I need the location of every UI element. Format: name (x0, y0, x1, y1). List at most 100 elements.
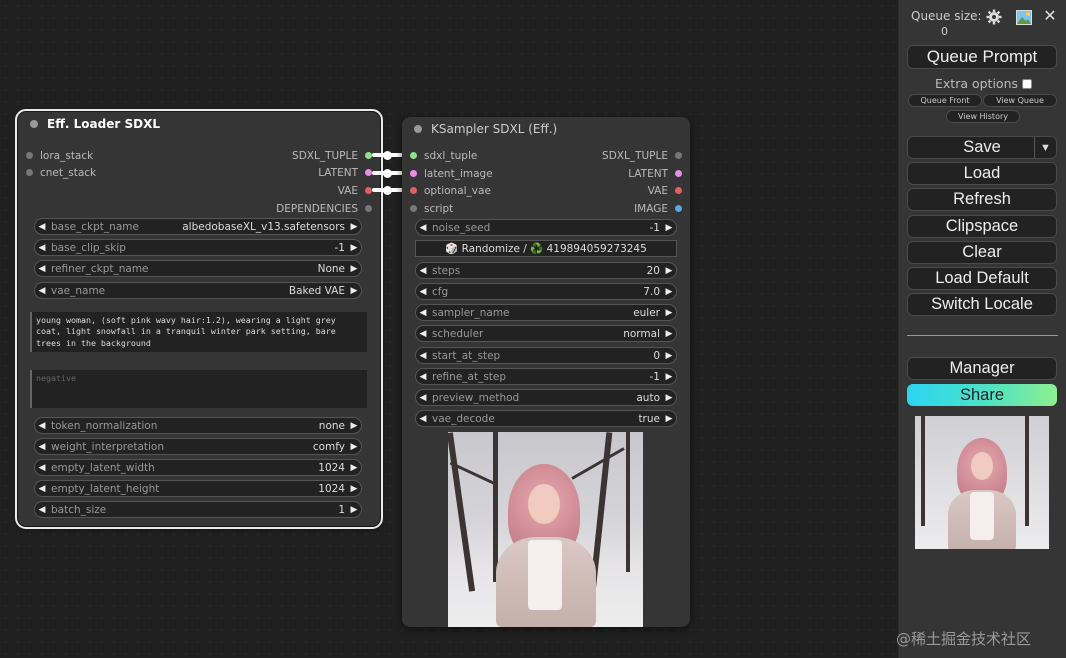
input-optional-vae[interactable]: optional_vae (410, 182, 491, 199)
slot-dot[interactable] (675, 170, 682, 177)
slot-dot[interactable] (365, 152, 372, 159)
widget-empty-latent-width[interactable]: ◀ empty_latent_width 1024 ▶ (34, 459, 362, 476)
slot-dot[interactable] (675, 152, 682, 159)
output-sdxl-tuple[interactable]: SDXL_TUPLE (292, 147, 372, 164)
widget-preview-method[interactable]: ◀ preview_method auto ▶ (415, 389, 677, 406)
right-arrow-icon[interactable]: ▶ (662, 414, 676, 424)
switch-locale-button[interactable]: Switch Locale (907, 293, 1057, 316)
comfy-menu-panel[interactable]: Queue size: 0 ✕ Queue Prompt Extra optio… (898, 0, 1066, 658)
slot-dot[interactable] (365, 187, 372, 194)
left-arrow-icon[interactable]: ◀ (416, 351, 430, 361)
eff-loader-sdxl-node[interactable]: Eff. Loader SDXL lora_stack SDXL_TUPLE c… (15, 109, 383, 529)
widget-token-normalization[interactable]: ◀ token_normalization none ▶ (34, 417, 362, 434)
positive-prompt-textarea[interactable]: young woman, (soft pink wavy hair:1.2), … (30, 312, 367, 352)
wire-midpoint[interactable] (383, 151, 392, 160)
widget-sampler-name[interactable]: ◀ sampler_name euler ▶ (415, 304, 677, 321)
right-arrow-icon[interactable]: ▶ (662, 351, 676, 361)
clipspace-button[interactable]: Clipspace (907, 215, 1057, 238)
right-arrow-icon[interactable]: ▶ (347, 505, 361, 515)
widget-refine-at-step[interactable]: ◀ refine_at_step -1 ▶ (415, 368, 677, 385)
randomize-seed-button[interactable]: 🎲 Randomize / ♻️ 419894059273245 (415, 240, 677, 257)
node-title-bar[interactable]: KSampler SDXL (Eff.) (402, 117, 690, 141)
left-arrow-icon[interactable]: ◀ (416, 414, 430, 424)
output-latent[interactable]: LATENT (318, 164, 372, 181)
right-arrow-icon[interactable]: ▶ (662, 287, 676, 297)
ksampler-sdxl-node[interactable]: KSampler SDXL (Eff.) sdxl_tuple SDXL_TUP… (402, 117, 690, 627)
input-cnet-stack[interactable]: cnet_stack (26, 164, 96, 181)
node-canvas[interactable]: Eff. Loader SDXL lora_stack SDXL_TUPLE c… (0, 0, 898, 658)
load-button[interactable]: Load (907, 162, 1057, 185)
queue-front-button[interactable]: Queue Front (908, 94, 982, 107)
negative-prompt-textarea[interactable]: negative (30, 370, 367, 408)
slot-dot[interactable] (410, 170, 417, 177)
right-arrow-icon[interactable]: ▶ (662, 393, 676, 403)
close-icon[interactable]: ✕ (1042, 6, 1058, 25)
output-vae[interactable]: VAE (338, 182, 372, 199)
wire-midpoint[interactable] (383, 186, 392, 195)
slot-dot[interactable] (410, 205, 417, 212)
slot-dot[interactable] (26, 152, 33, 159)
left-arrow-icon[interactable]: ◀ (416, 287, 430, 297)
input-sdxl-tuple[interactable]: sdxl_tuple (410, 147, 477, 164)
left-arrow-icon[interactable]: ◀ (35, 264, 49, 274)
image-icon[interactable] (1015, 8, 1033, 26)
right-arrow-icon[interactable]: ▶ (347, 243, 361, 253)
left-arrow-icon[interactable]: ◀ (35, 442, 49, 452)
right-arrow-icon[interactable]: ▶ (347, 463, 361, 473)
right-arrow-icon[interactable]: ▶ (347, 421, 361, 431)
left-arrow-icon[interactable]: ◀ (416, 266, 430, 276)
left-arrow-icon[interactable]: ◀ (416, 393, 430, 403)
widget-cfg[interactable]: ◀ cfg 7.0 ▶ (415, 283, 677, 300)
save-button[interactable]: Save ▼ (907, 136, 1057, 159)
widget-base-ckpt-name[interactable]: ◀ base_ckpt_name albedobaseXL_v13.safete… (34, 218, 362, 235)
left-arrow-icon[interactable]: ◀ (416, 329, 430, 339)
input-lora-stack[interactable]: lora_stack (26, 147, 93, 164)
left-arrow-icon[interactable]: ◀ (416, 308, 430, 318)
output-dependencies[interactable]: DEPENDENCIES (276, 200, 372, 217)
slot-dot[interactable] (675, 205, 682, 212)
widget-refiner-ckpt-name[interactable]: ◀ refiner_ckpt_name None ▶ (34, 260, 362, 277)
slot-dot[interactable] (410, 187, 417, 194)
widget-vae-name[interactable]: ◀ vae_name Baked VAE ▶ (34, 282, 362, 299)
output-sdxl-tuple[interactable]: SDXL_TUPLE (602, 147, 682, 164)
right-arrow-icon[interactable]: ▶ (347, 484, 361, 494)
widget-batch-size[interactable]: ◀ batch_size 1 ▶ (34, 501, 362, 518)
node-title-bar[interactable]: Eff. Loader SDXL (18, 112, 380, 136)
input-script[interactable]: script (410, 200, 453, 217)
left-arrow-icon[interactable]: ◀ (35, 421, 49, 431)
left-arrow-icon[interactable]: ◀ (35, 243, 49, 253)
slot-dot[interactable] (365, 205, 372, 212)
gear-icon[interactable] (985, 8, 1003, 26)
output-vae[interactable]: VAE (648, 182, 682, 199)
load-default-button[interactable]: Load Default (907, 267, 1057, 290)
widget-base-clip-skip[interactable]: ◀ base_clip_skip -1 ▶ (34, 239, 362, 256)
extra-options-toggle[interactable]: Extra options (935, 76, 1033, 91)
right-arrow-icon[interactable]: ▶ (662, 372, 676, 382)
slot-dot[interactable] (26, 169, 33, 176)
output-image[interactable]: IMAGE (634, 200, 682, 217)
widget-start-at-step[interactable]: ◀ start_at_step 0 ▶ (415, 347, 677, 364)
widget-weight-interpretation[interactable]: ◀ weight_interpretation comfy ▶ (34, 438, 362, 455)
view-queue-button[interactable]: View Queue (983, 94, 1057, 107)
widget-noise-seed[interactable]: ◀ noise_seed -1 ▶ (415, 219, 677, 236)
widget-empty-latent-height[interactable]: ◀ empty_latent_height 1024 ▶ (34, 480, 362, 497)
right-arrow-icon[interactable]: ▶ (347, 222, 361, 232)
left-arrow-icon[interactable]: ◀ (35, 222, 49, 232)
left-arrow-icon[interactable]: ◀ (416, 223, 430, 233)
extra-options-checkbox[interactable] (1022, 78, 1033, 89)
collapse-dot[interactable] (30, 120, 38, 128)
queue-prompt-button[interactable]: Queue Prompt (907, 45, 1057, 69)
right-arrow-icon[interactable]: ▶ (662, 308, 676, 318)
left-arrow-icon[interactable]: ◀ (35, 286, 49, 296)
clear-button[interactable]: Clear (907, 241, 1057, 264)
right-arrow-icon[interactable]: ▶ (347, 264, 361, 274)
right-arrow-icon[interactable]: ▶ (662, 223, 676, 233)
collapse-dot[interactable] (414, 125, 422, 133)
widget-vae-decode[interactable]: ◀ vae_decode true ▶ (415, 410, 677, 427)
left-arrow-icon[interactable]: ◀ (35, 484, 49, 494)
manager-button[interactable]: Manager (907, 357, 1057, 380)
wire-midpoint[interactable] (383, 169, 392, 178)
slot-dot[interactable] (410, 152, 417, 159)
slot-dot[interactable] (675, 187, 682, 194)
right-arrow-icon[interactable]: ▶ (662, 329, 676, 339)
